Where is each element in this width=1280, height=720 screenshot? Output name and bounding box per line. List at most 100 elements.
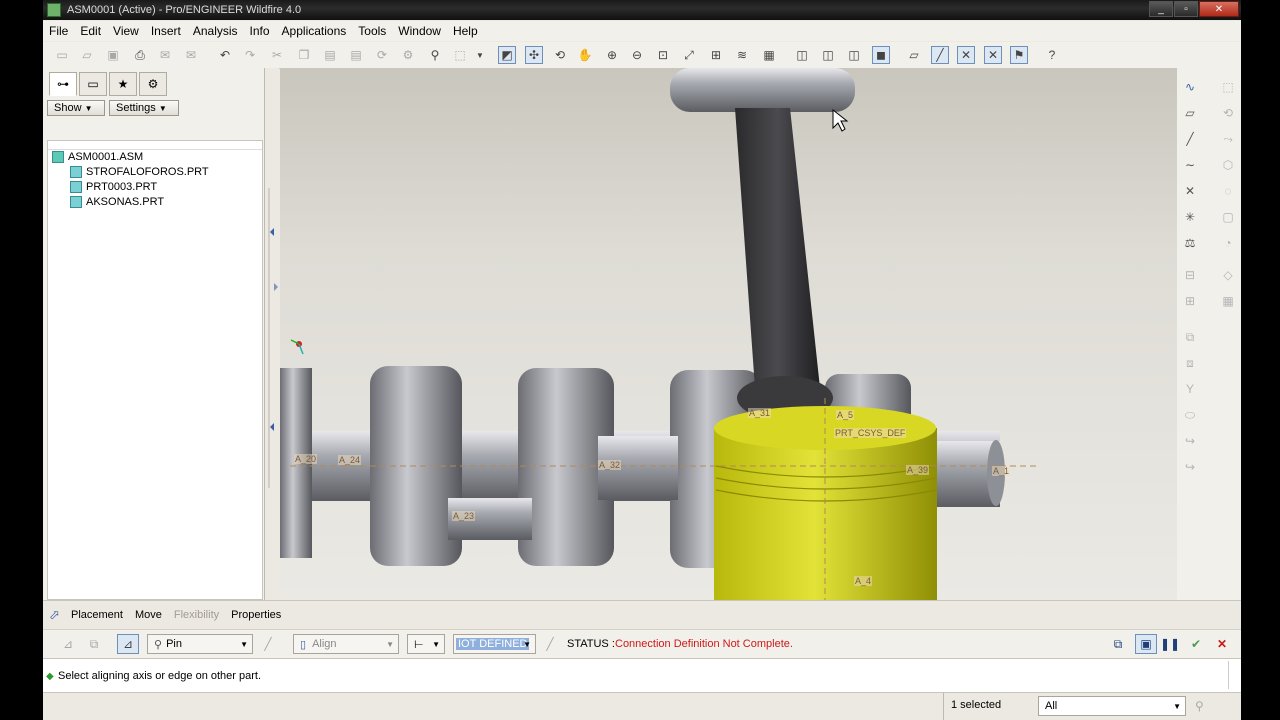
favorites-tab-icon[interactable]: ★ bbox=[109, 72, 137, 96]
minimize-button[interactable]: _ bbox=[1149, 1, 1173, 17]
send-link-icon[interactable]: ✉ bbox=[182, 46, 200, 64]
flip-constraint-icon[interactable]: ╱ bbox=[541, 635, 559, 653]
refit-icon[interactable]: ⊡ bbox=[654, 46, 672, 64]
shading-icon[interactable]: ◼ bbox=[872, 46, 890, 64]
constraint-type-select[interactable]: ▯ Align ▼ bbox=[293, 634, 399, 654]
menu-tools[interactable]: Tools bbox=[352, 24, 392, 38]
annotation-icon[interactable]: ⚑ bbox=[1010, 46, 1028, 64]
offset-type-select[interactable]: ⊢ ▼ bbox=[407, 634, 445, 654]
datum-axis-icon[interactable]: ╱ bbox=[1181, 130, 1199, 148]
saved-views-icon[interactable]: ⊞ bbox=[707, 46, 725, 64]
datum-point-icon[interactable]: ✕ bbox=[1181, 182, 1199, 200]
tab-placement[interactable]: Placement bbox=[65, 609, 129, 621]
pause-icon[interactable]: ❚❚ bbox=[1160, 635, 1180, 653]
mirror-icon[interactable]: ⧈ bbox=[1181, 354, 1199, 372]
close-button[interactable]: ✕ bbox=[1199, 1, 1239, 17]
orient-mode-icon[interactable]: ◩ bbox=[498, 46, 516, 64]
create-component-icon[interactable]: ⊞ bbox=[1181, 292, 1199, 310]
trim-icon[interactable]: Y bbox=[1181, 380, 1199, 398]
folder-browser-tab-icon[interactable]: ▭ bbox=[79, 72, 107, 96]
send-mail-icon[interactable]: ✉ bbox=[156, 46, 174, 64]
cancel-icon[interactable]: ✕ bbox=[1213, 635, 1231, 653]
merge-icon[interactable]: ⧉ bbox=[1181, 328, 1199, 346]
print-icon[interactable]: ⎙ bbox=[131, 46, 149, 64]
revolve-icon[interactable]: ⟲ bbox=[1219, 104, 1237, 122]
datum-planes-icon[interactable]: ⏥ bbox=[905, 46, 923, 64]
pattern-icon[interactable]: ▦ bbox=[1219, 292, 1237, 310]
zoom-in-icon[interactable]: ⊕ bbox=[603, 46, 621, 64]
menu-applications[interactable]: Applications bbox=[276, 24, 353, 38]
tab-move[interactable]: Move bbox=[129, 609, 168, 621]
lock-icon[interactable]: ⚲ bbox=[1195, 699, 1204, 713]
separate-window-icon[interactable]: ▣ bbox=[1135, 634, 1157, 654]
csys-create-icon[interactable]: ✳ bbox=[1181, 208, 1199, 226]
wireframe-icon[interactable]: ◫ bbox=[793, 46, 811, 64]
pan-icon[interactable]: ✋ bbox=[576, 46, 594, 64]
mechanism-icon[interactable]: ⊿ bbox=[117, 634, 139, 654]
connection-icon[interactable]: ⧉ bbox=[85, 635, 103, 653]
datum-curve-icon[interactable]: ∼ bbox=[1181, 156, 1199, 174]
settings-button[interactable]: Settings ▼ bbox=[109, 100, 179, 116]
message-scrollbar[interactable] bbox=[1228, 661, 1239, 689]
flip-icon[interactable]: ╱ bbox=[259, 635, 277, 653]
panel-splitter[interactable] bbox=[265, 68, 279, 600]
datum-points-icon[interactable]: ✕ bbox=[957, 46, 975, 64]
blend-icon[interactable]: ⬡ bbox=[1219, 156, 1237, 174]
csys-icon[interactable]: ✕ bbox=[984, 46, 1002, 64]
regenerate-icon[interactable]: ⟳ bbox=[373, 46, 391, 64]
round-icon[interactable]: ◔ bbox=[1219, 234, 1237, 252]
shell-icon[interactable]: ▢ bbox=[1219, 208, 1237, 226]
selection-filter-select[interactable]: All ▼ bbox=[1038, 696, 1186, 716]
constraint-icon[interactable]: ⊿ bbox=[59, 635, 77, 653]
extrude-icon[interactable]: ⬚ bbox=[1219, 78, 1237, 96]
tree-item-part[interactable]: STROFALOFOROS.PRT bbox=[70, 164, 209, 179]
cut-icon[interactable]: ✂ bbox=[268, 46, 286, 64]
solidify-icon[interactable]: ↪ bbox=[1181, 458, 1199, 476]
offset-icon[interactable]: ⬭ bbox=[1181, 406, 1199, 424]
save-icon[interactable]: ▣ bbox=[104, 46, 122, 64]
menu-file[interactable]: File bbox=[43, 24, 74, 38]
maximize-button[interactable]: ▫ bbox=[1174, 1, 1198, 17]
component-icon[interactable]: ⊟ bbox=[1181, 266, 1199, 284]
paste-special-icon[interactable]: ▤ bbox=[347, 46, 365, 64]
redo-icon[interactable]: ↷ bbox=[241, 46, 259, 64]
select-dropdown-icon[interactable]: ▼ bbox=[471, 46, 489, 64]
context-help-icon[interactable]: ? bbox=[1043, 46, 1061, 64]
layers-icon[interactable]: ≋ bbox=[733, 46, 751, 64]
connections-tab-icon[interactable]: ⚙ bbox=[139, 72, 167, 96]
confirm-icon[interactable]: ✔ bbox=[1187, 635, 1205, 653]
connection-type-select[interactable]: ⚲ Pin ▼ bbox=[147, 634, 253, 654]
tab-flexibility[interactable]: Flexibility bbox=[168, 609, 225, 621]
menu-edit[interactable]: Edit bbox=[74, 24, 107, 38]
offset-value-field[interactable]: IOT DEFINED ▼ bbox=[453, 634, 536, 654]
menu-insert[interactable]: Insert bbox=[145, 24, 187, 38]
new-file-icon[interactable]: ▭ bbox=[53, 46, 71, 64]
datum-plane-icon[interactable]: ▱ bbox=[1181, 104, 1199, 122]
menu-analysis[interactable]: Analysis bbox=[187, 24, 244, 38]
thicken-icon[interactable]: ↪ bbox=[1181, 432, 1199, 450]
undo-icon[interactable]: ↶ bbox=[216, 46, 234, 64]
zoom-out-icon[interactable]: ⊖ bbox=[628, 46, 646, 64]
tree-item-part[interactable]: AKSONAS.PRT bbox=[70, 194, 164, 209]
copy-icon[interactable]: ❐ bbox=[295, 46, 313, 64]
tab-properties[interactable]: Properties bbox=[225, 609, 287, 621]
model-tree-tab-icon[interactable]: ⊶ bbox=[49, 72, 77, 96]
sketch-icon[interactable]: ∿ bbox=[1181, 78, 1199, 96]
find-icon[interactable]: ⚲ bbox=[426, 46, 444, 64]
select-box-icon[interactable]: ⬚ bbox=[451, 46, 469, 64]
view-manager-icon[interactable]: ▦ bbox=[760, 46, 778, 64]
paste-icon[interactable]: ▤ bbox=[321, 46, 339, 64]
analysis-feature-icon[interactable]: ⚖ bbox=[1181, 234, 1199, 252]
tree-item-root[interactable]: ASM0001.ASM bbox=[52, 149, 143, 164]
menu-window[interactable]: Window bbox=[392, 24, 447, 38]
hole-icon[interactable]: ◌ bbox=[1219, 182, 1237, 200]
dynamic-view-icon[interactable]: ⟲ bbox=[551, 46, 569, 64]
datum-axes-icon[interactable]: ╱ bbox=[931, 46, 949, 64]
hidden-line-icon[interactable]: ◫ bbox=[819, 46, 837, 64]
spin-center-icon[interactable]: ✣ bbox=[525, 46, 543, 64]
regen-manager-icon[interactable]: ⚙ bbox=[399, 46, 417, 64]
open-folder-icon[interactable]: ▱ bbox=[78, 46, 96, 64]
menu-info[interactable]: Info bbox=[244, 24, 276, 38]
no-hidden-icon[interactable]: ◫ bbox=[845, 46, 863, 64]
menu-view[interactable]: View bbox=[107, 24, 145, 38]
